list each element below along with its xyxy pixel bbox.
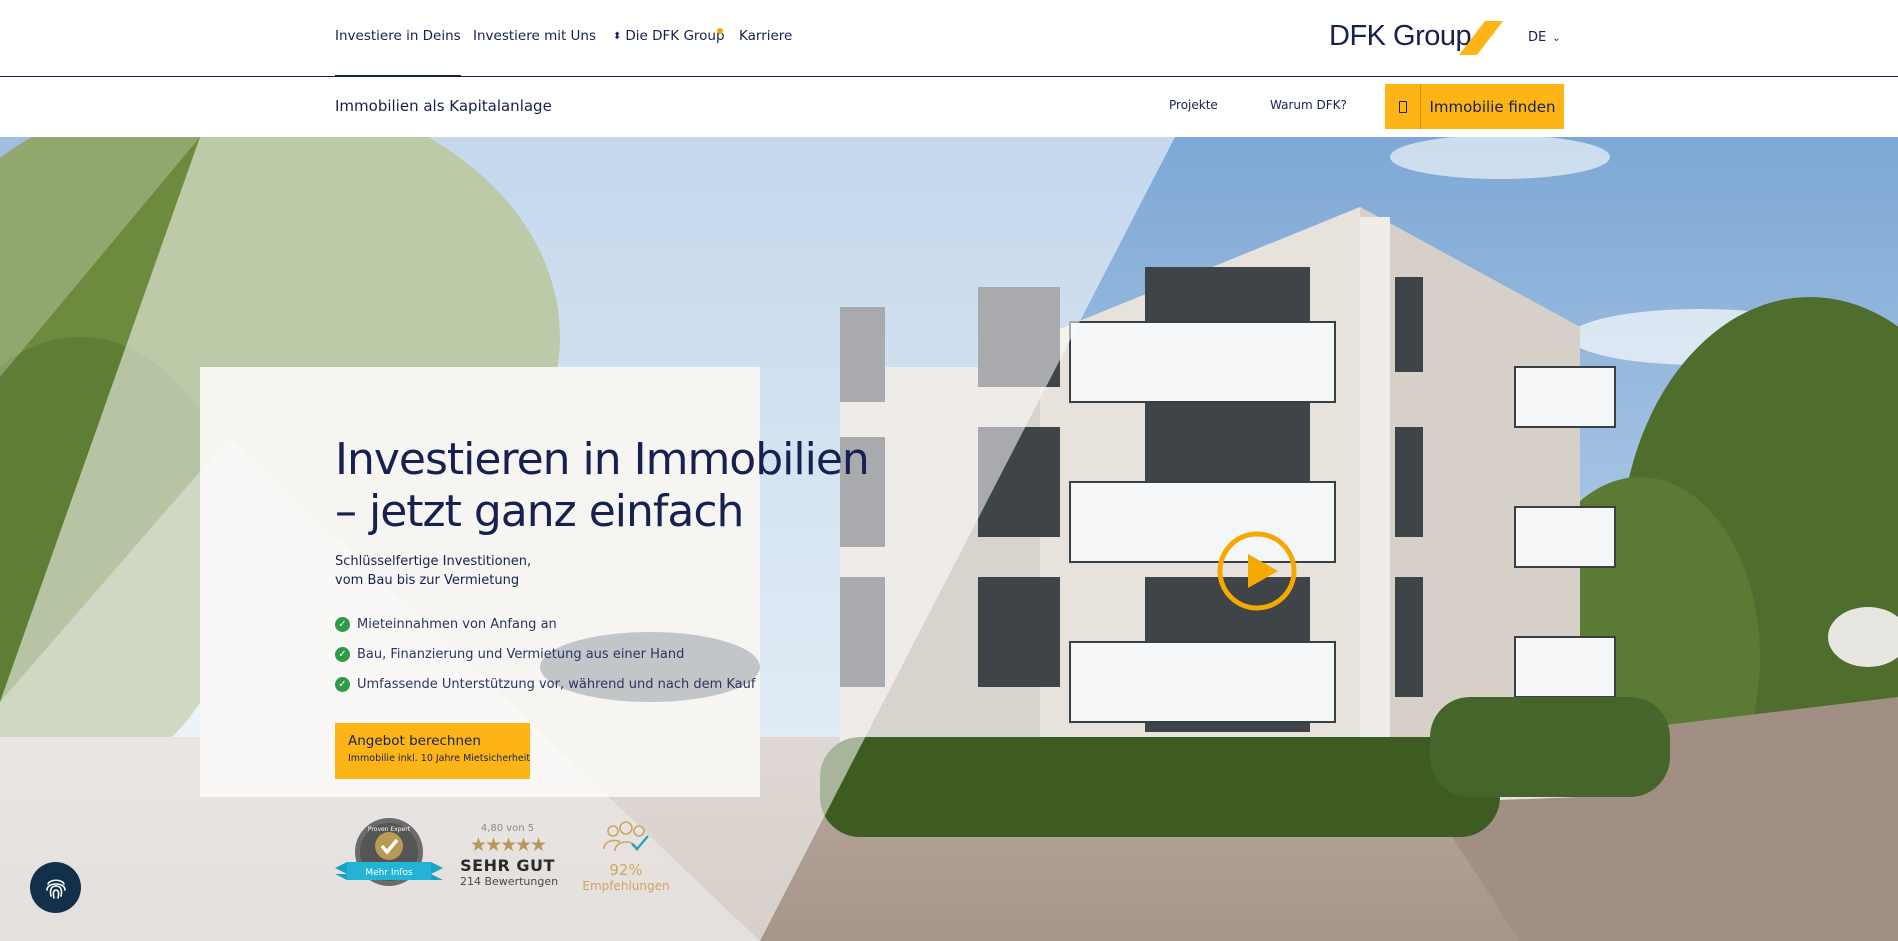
chevron-down-icon: ⌄ [1552,33,1561,44]
language-selector[interactable]: DE ⌄ [1528,30,1561,45]
nav-die-dfk-group-label: Die DFK Group [625,28,725,44]
sub-navigation: Immobilien als Kapitalanlage Projekte Wa… [0,77,1898,137]
check-icon: ✓ [335,676,350,692]
proven-expert-badge[interactable]: Mehr Infos Proven Expert [335,816,443,896]
nav-die-dfk-group[interactable]: ⬍ Die DFK Group [613,28,725,44]
rating-count: 214 Bewertungen [460,875,559,888]
benefit-item: ✓ Mieteinnahmen von Anfang an [335,609,755,639]
hero-subline: Schlüsselfertige Investitionen, vom Bau … [335,552,531,590]
fingerprint-icon [45,878,66,899]
play-icon [1248,554,1278,588]
benefit-label: Bau, Finanzierung und Vermietung aus ein… [357,646,685,662]
recommend-label: Empfehlungen [582,879,670,893]
phone-icon [1385,84,1421,129]
proven-expert-logo-text: Proven Expert [368,826,411,833]
notification-dot [717,28,723,34]
angebot-berechnen-button[interactable]: Angebot berechnen Immobilie inkl. 10 Jah… [335,723,530,779]
subnav-link-projekte[interactable]: Projekte [1169,98,1218,112]
hero-headline: Investieren in Immobilien – jetzt ganz e… [335,434,870,538]
subnav-link-warum-dfk[interactable]: Warum DFK? [1270,98,1347,112]
immobilie-finden-button[interactable]: Immobilie finden [1385,84,1564,129]
immobilie-finden-label: Immobilie finden [1429,97,1556,116]
hero-headline-line1: Investieren in Immobilien [335,434,870,485]
benefit-item: ✓ Bau, Finanzierung und Vermietung aus ei… [335,639,755,669]
cta-subtitle: Immobilie inkl. 10 Jahre Mietsicherheit [348,753,531,764]
language-label: DE [1528,30,1547,45]
check-icon: ✓ [335,616,350,632]
cta-title: Angebot berechnen [348,733,481,749]
benefit-label: Mieteinnahmen von Anfang an [357,616,557,632]
play-video-button[interactable] [1216,530,1298,612]
hero-subline-line1: Schlüsselfertige Investitionen, [335,554,532,569]
hero-background-image [0,137,1898,941]
hero-section: Investieren in Immobilien – jetzt ganz e… [0,137,1898,941]
nav-investiere-mit-uns[interactable]: Investiere mit Uns [473,28,596,44]
hero-headline-line2: – jetzt ganz einfach [335,486,744,537]
benefit-label: Umfassende Unterstützung vor, während un… [357,676,756,692]
dfk-logo-text[interactable]: DFK Group [1329,20,1472,53]
recommend-percentage: 92% [609,861,643,879]
nav-investiere-in-deins[interactable]: Investiere in Deins [335,28,461,77]
rating-label: SEHR GUT [460,856,555,875]
top-navigation: Investiere in Deins Investiere mit Uns ⬍… [0,0,1898,77]
rating-summary[interactable]: 4,80 von 5 ★★★★★ SEHR GUT 214 Bewertunge… [460,823,559,888]
proven-expert-ribbon-text: Mehr Infos [365,868,413,878]
nav-karriere[interactable]: Karriere [739,28,792,44]
benefit-list: ✓ Mieteinnahmen von Anfang an ✓ Bau, Finan… [335,609,755,699]
subnav-title[interactable]: Immobilien als Kapitalanlage [335,97,552,115]
rating-score: 4,80 von 5 [480,823,535,834]
updown-icon: ⬍ [613,31,622,42]
rating-stars: ★★★★★ [469,834,547,856]
logo-slash-icon [1459,21,1503,55]
fingerprint-privacy-button[interactable] [30,862,81,913]
recommendation-summary: 92% Empfehlungen [580,819,672,893]
check-icon: ✓ [335,646,350,662]
benefit-item: ✓ Umfassende Unterstützung vor, während u… [335,669,755,699]
hero-subline-line2: vom Bau bis zur Vermietung [335,573,520,588]
people-icon [603,821,649,852]
